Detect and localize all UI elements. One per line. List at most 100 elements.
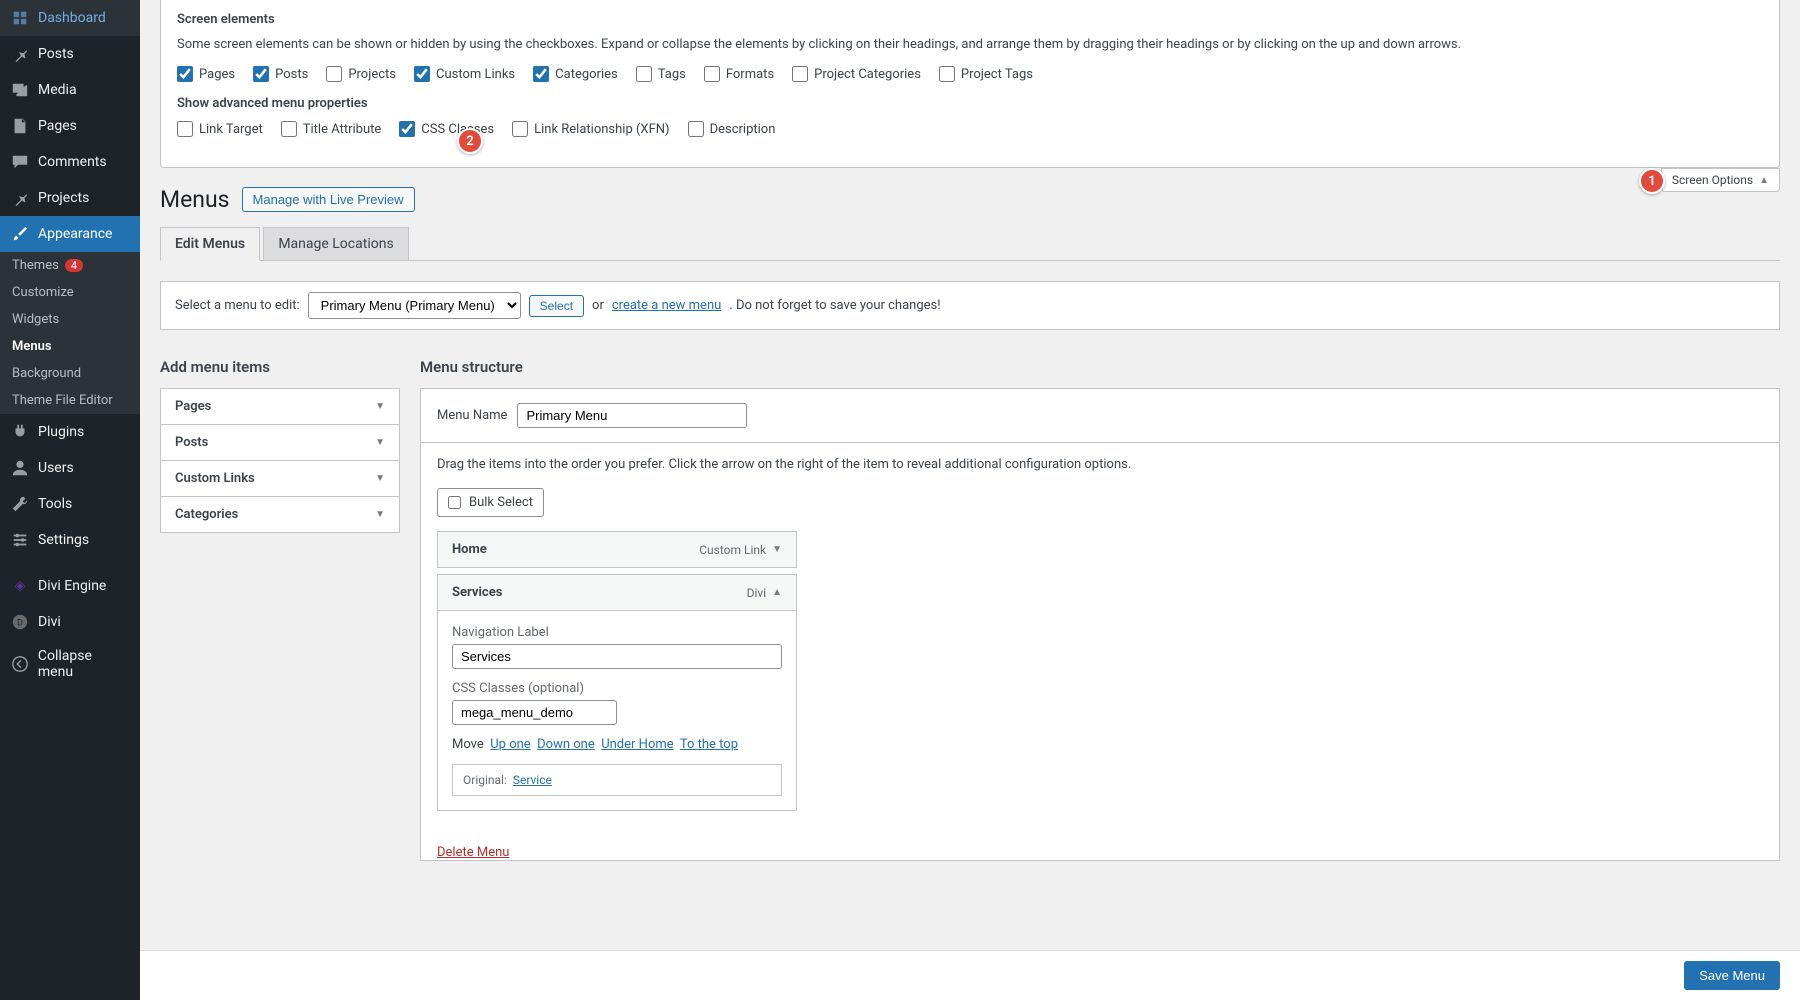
create-menu-link[interactable]: create a new menu (612, 298, 721, 313)
sub-themes[interactable]: Themes4 (0, 252, 140, 279)
screen-box-6[interactable]: Formats (704, 66, 774, 82)
bulk-select-checkbox[interactable] (448, 496, 461, 509)
accordion-categories[interactable]: Categories▼ (161, 497, 399, 532)
move-under-link[interactable]: Under Home (601, 737, 673, 752)
tab-edit-menus[interactable]: Edit Menus (160, 227, 260, 261)
caret-up-icon: ▲ (772, 587, 782, 598)
save-menu-button[interactable]: Save Menu (1684, 961, 1780, 990)
sidebar-item-users[interactable]: Users (0, 450, 140, 486)
user-icon (10, 458, 30, 478)
sidebar-item-tools[interactable]: Tools (0, 486, 140, 522)
sidebar-item-dashboard[interactable]: Dashboard (0, 0, 140, 36)
screen-box-0[interactable]: Pages (177, 66, 235, 82)
screen-options-panel: Screen elements Some screen elements can… (160, 0, 1780, 168)
reminder-text: . Do not forget to save your changes! (729, 298, 940, 313)
drag-hint: Drag the items into the order you prefer… (421, 443, 1779, 488)
move-down-link[interactable]: Down one (537, 737, 595, 752)
sidebar-item-pages[interactable]: Pages (0, 108, 140, 144)
tab-manage-locations[interactable]: Manage Locations (263, 227, 408, 261)
adv-prop-2-checkbox[interactable] (399, 121, 415, 137)
adv-prop-1-checkbox[interactable] (281, 121, 297, 137)
move-top-link[interactable]: To the top (680, 737, 738, 752)
structure-panel: Menu Name Drag the items into the order … (420, 388, 1780, 861)
advanced-props-heading: Show advanced menu properties (177, 96, 1763, 111)
sidebar-item-divi[interactable]: DDivi (0, 604, 140, 640)
wrench-icon (10, 494, 30, 514)
callout-1: 1 (1639, 168, 1665, 194)
screen-box-2-checkbox[interactable] (326, 66, 342, 82)
screen-box-5[interactable]: Tags (636, 66, 686, 82)
callout-2: 2 (457, 128, 483, 154)
screen-elements-desc: Some screen elements can be shown or hid… (177, 37, 1763, 52)
sub-widgets[interactable]: Widgets (0, 306, 140, 333)
sidebar-item-divi-engine[interactable]: ◈Divi Engine (0, 568, 140, 604)
original-link[interactable]: Service (513, 773, 552, 787)
screen-box-4[interactable]: Categories (533, 66, 618, 82)
menu-select-bar: Select a menu to edit: Primary Menu (Pri… (160, 281, 1780, 330)
screen-box-1[interactable]: Posts (253, 66, 308, 82)
adv-prop-0[interactable]: Link Target (177, 121, 263, 137)
sidebar-item-media[interactable]: Media (0, 72, 140, 108)
settings-icon (10, 530, 30, 550)
accordion-custom-links[interactable]: Custom Links▼ (161, 461, 399, 497)
sub-menus[interactable]: Menus (0, 333, 140, 360)
move-up-link[interactable]: Up one (490, 737, 530, 752)
sidebar-item-posts[interactable]: Posts (0, 36, 140, 72)
accordion-pages[interactable]: Pages▼ (161, 389, 399, 425)
screen-box-3-checkbox[interactable] (414, 66, 430, 82)
screen-box-3[interactable]: Custom Links (414, 66, 515, 82)
nav-tabs: Edit Menus Manage Locations (160, 227, 1780, 261)
delete-menu-link[interactable]: Delete Menu (421, 833, 509, 860)
select-button[interactable]: Select (529, 295, 584, 317)
caret-down-icon: ▼ (375, 401, 385, 412)
screen-box-7-checkbox[interactable] (792, 66, 808, 82)
bulk-select[interactable]: Bulk Select (437, 488, 544, 517)
brush-icon (10, 224, 30, 244)
screen-box-8[interactable]: Project Tags (939, 66, 1033, 82)
menu-name-label: Menu Name (437, 408, 507, 423)
adv-prop-3[interactable]: Link Relationship (XFN) (512, 121, 669, 137)
sub-theme-file-editor[interactable]: Theme File Editor (0, 387, 140, 414)
divi-engine-icon: ◈ (10, 576, 30, 596)
sidebar-item-settings[interactable]: Settings (0, 522, 140, 558)
screen-box-1-checkbox[interactable] (253, 66, 269, 82)
adv-prop-3-checkbox[interactable] (512, 121, 528, 137)
screen-box-5-checkbox[interactable] (636, 66, 652, 82)
screen-box-0-checkbox[interactable] (177, 66, 193, 82)
sidebar-item-comments[interactable]: Comments (0, 144, 140, 180)
comment-icon (10, 152, 30, 172)
nav-label-input[interactable] (452, 644, 782, 669)
sub-background[interactable]: Background (0, 360, 140, 387)
sidebar-item-plugins[interactable]: Plugins (0, 414, 140, 450)
menu-select[interactable]: Primary Menu (Primary Menu) (308, 292, 521, 319)
main-content: Screen elements Some screen elements can… (140, 0, 1800, 1000)
caret-down-icon: ▼ (375, 509, 385, 520)
screen-box-7[interactable]: Project Categories (792, 66, 921, 82)
sidebar-item-appearance[interactable]: Appearance (0, 216, 140, 252)
sidebar-item-collapse[interactable]: Collapse menu (0, 640, 140, 688)
adv-prop-0-checkbox[interactable] (177, 121, 193, 137)
caret-down-icon: ▼ (375, 473, 385, 484)
screen-options-tab[interactable]: Screen Options ▲ (1661, 168, 1780, 192)
screen-box-6-checkbox[interactable] (704, 66, 720, 82)
css-classes-input[interactable] (452, 700, 617, 725)
sidebar-item-projects[interactable]: Projects (0, 180, 140, 216)
media-icon (10, 80, 30, 100)
menu-name-input[interactable] (517, 403, 747, 428)
menu-item-home-header[interactable]: Home Custom Link▼ (438, 532, 796, 567)
collapse-icon (10, 654, 30, 674)
adv-prop-1[interactable]: Title Attribute (281, 121, 382, 137)
menu-item-home: Home Custom Link▼ (437, 531, 797, 568)
sub-customize[interactable]: Customize (0, 279, 140, 306)
screen-box-2[interactable]: Projects (326, 66, 396, 82)
add-items-heading: Add menu items (160, 358, 400, 376)
screen-box-4-checkbox[interactable] (533, 66, 549, 82)
adv-prop-4-checkbox[interactable] (688, 121, 704, 137)
screen-box-8-checkbox[interactable] (939, 66, 955, 82)
nav-label-label: Navigation Label (452, 625, 782, 640)
menu-item-services-header[interactable]: Services Divi▲ (438, 575, 796, 610)
divi-icon: D (10, 612, 30, 632)
accordion-posts[interactable]: Posts▼ (161, 425, 399, 461)
adv-prop-4[interactable]: Description (688, 121, 776, 137)
live-preview-button[interactable]: Manage with Live Preview (242, 187, 415, 212)
